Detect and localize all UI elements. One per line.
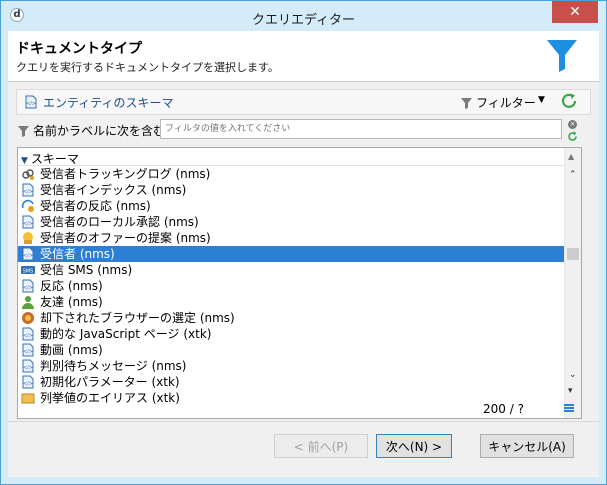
list-item-label: 受信者 (nms) [40,247,115,261]
svg-text:SMS: SMS [23,269,34,275]
entity-schema-label: エンティティのスキーマ [43,96,174,110]
svg-text:</>: </> [23,349,33,355]
record-count: 200 / ? [483,402,524,416]
prev-button[interactable]: < 前へ(P) [274,434,368,458]
list-item-label: 初期化パラメーター (xtk) [40,375,180,389]
document-icon: </> [21,359,35,373]
svg-text:</>: </> [23,285,33,291]
schema-toolbar: </> エンティティのスキーマ フィルター ▼ [16,89,591,115]
svg-text:</>: </> [26,101,36,107]
schema-list[interactable]: ▼ スキーマ 受信者トラッキングログ (nms) </> 受信者インデックス (nms… [17,147,582,419]
list-item[interactable]: </> 初期化パラメーター (xtk) [18,374,564,390]
offer-icon [21,231,35,245]
search-filter-icon [18,126,29,137]
reaction-icon [21,199,35,213]
list-item-label: 受信者の反応 (nms) [40,199,151,213]
list-item[interactable]: </> 反応 (nms) [18,278,564,294]
list-item[interactable]: </> 判別待ちメッセージ (nms) [18,358,564,374]
list-item[interactable]: SMS 受信 SMS (nms) [18,262,564,278]
document-icon: </> [21,375,35,389]
svg-text:</>: </> [23,381,33,387]
page-subtitle: クエリを実行するドキュメントタイプを選択します。 [16,61,279,74]
link-person-icon [21,167,35,181]
scroll-top-icon[interactable]: ▲ [568,152,574,161]
schema-rows: 受信者トラッキングログ (nms) </> 受信者インデックス (nms) 受信者の反… [18,166,564,406]
filter-dropdown[interactable]: フィルター [461,94,536,111]
list-item-label: 動画 (nms) [40,343,103,357]
schema-document-icon: </> [25,95,37,109]
list-item-label: 列挙値のエイリアス (xtk) [40,391,180,405]
refresh-icon[interactable] [560,92,578,110]
list-item[interactable]: </> 受信者インデックス (nms) [18,182,564,198]
svg-text:</>: </> [23,365,33,371]
cancel-button[interactable]: キャンセル(A) [480,434,574,458]
list-icon [21,391,35,405]
scroll-up-icon[interactable]: ⌃ [569,170,577,180]
list-item[interactable]: 友達 (nms) [18,294,564,310]
list-item[interactable]: </> 動画 (nms) [18,342,564,358]
list-item-label: 受信者トラッキングログ (nms) [40,167,211,181]
svg-text:</>: </> [23,333,33,339]
list-item[interactable]: 受信者の反応 (nms) [18,198,564,214]
list-item-label: 友達 (nms) [40,295,103,309]
next-button[interactable]: 次へ(N) > [376,434,452,458]
list-item[interactable]: 却下されたブラウザーの選定 (nms) [18,310,564,326]
filter-icon [461,98,472,109]
list-settings-icon[interactable] [564,403,574,413]
list-item-label: 動的な JavaScript ページ (xtk) [40,327,212,341]
document-icon: </> [21,327,35,341]
document-icon: </> [21,183,35,197]
scroll-thumb[interactable] [567,248,579,260]
dropdown-arrow-icon[interactable]: ▼ [538,95,545,105]
svg-text:</>: </> [23,221,33,227]
search-label-text: 名前かラベルに次を含む: [33,124,170,138]
filter-funnel-icon [547,40,577,72]
person-icon [21,295,35,309]
entity-schema-link[interactable]: </> エンティティのスキーマ [25,94,174,111]
document-icon: </> [21,279,35,293]
list-item[interactable]: 受信者トラッキングログ (nms) [18,166,564,182]
document-icon: </> [21,343,35,357]
window-title: クエリエディター [251,13,356,28]
footer-divider [8,421,599,422]
search-input[interactable] [160,119,562,139]
document-icon: </> [21,215,35,229]
query-editor-window: d クエリエディター ✕ ドキュメントタイプ クエリを実行するドキュメントタイプ… [0,0,607,485]
list-item[interactable]: </> 動的な JavaScript ページ (xtk) [18,326,564,342]
list-item[interactable]: 受信者のオファーの提案 (nms) [18,230,564,246]
list-item-label: 判別待ちメッセージ (nms) [40,359,187,373]
svg-text:</>: </> [23,253,33,259]
list-item-label: 反応 (nms) [40,279,103,293]
dialog-body: ドキュメントタイプ クエリを実行するドキュメントタイプを選択します。 </> エ… [8,31,599,477]
list-item-label: 却下されたブラウザーの選定 (nms) [40,311,235,325]
sms-icon: SMS [21,263,35,277]
list-item-label: 受信 SMS (nms) [40,263,133,277]
scroll-down-icon[interactable]: ⌄ [569,370,577,380]
scroll-bottom-icon[interactable]: ▾ [568,386,573,396]
collapse-arrow-icon[interactable]: ▼ [21,156,28,166]
close-button[interactable]: ✕ [552,1,598,23]
browser-icon [21,311,35,325]
list-item[interactable]: </> 受信者のローカル承認 (nms) [18,214,564,230]
list-scrollbar[interactable]: ▲ ⌃ ⌄ ▾ [564,148,581,418]
wizard-header: ドキュメントタイプ クエリを実行するドキュメントタイプを選択します。 [8,31,599,82]
list-item-label: 受信者のローカル承認 (nms) [40,215,199,229]
page-title: ドキュメントタイプ [16,41,142,57]
list-item-label: 受信者インデックス (nms) [40,183,187,197]
search-label: 名前かラベルに次を含む: [18,122,169,139]
list-item-label: 受信者のオファーの提案 (nms) [40,231,211,245]
list-header: ▼ スキーマ [18,150,564,166]
list-header-label: スキーマ [30,152,79,166]
svg-text:</>: </> [23,189,33,195]
list-item[interactable]: </> 受信者 (nms) [18,246,564,262]
filter-label: フィルター [476,96,536,110]
title-bar: d クエリエディター ✕ [1,1,606,31]
clear-search-icon[interactable]: × [568,120,577,129]
document-icon: </> [21,247,35,261]
search-refresh-icon[interactable] [567,131,578,142]
